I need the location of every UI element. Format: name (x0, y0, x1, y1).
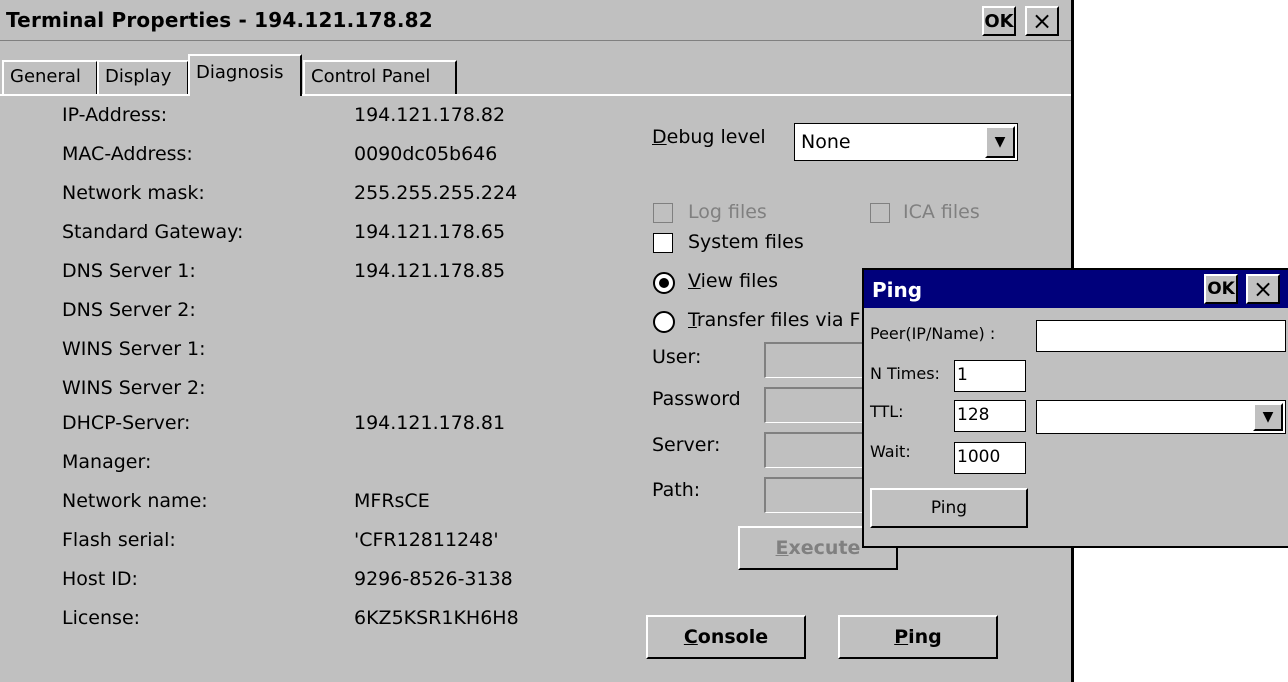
transfer-files-mnemonic: T (688, 309, 697, 331)
flash-serial-value: 'CFR12811248' (354, 529, 499, 551)
host-id-label: Host ID: (62, 568, 138, 590)
license-value: 6KZ5KSR1KH6H8 (354, 607, 519, 629)
chevron-down-icon[interactable]: ▼ (1253, 403, 1283, 431)
console-label: onsole (697, 626, 769, 648)
close-button[interactable]: × (1025, 6, 1059, 36)
log-files-checkbox[interactable] (653, 203, 673, 223)
ping-title-bar: Ping OK × (864, 270, 1288, 308)
wins-server-1-label: WINS Server 1: (62, 338, 206, 360)
transfer-files-label: Transfer files via F (688, 309, 860, 331)
console-button[interactable]: Console (646, 615, 806, 659)
system-files-checkbox[interactable] (653, 233, 673, 253)
debug-level-label: Debug level (652, 126, 766, 148)
view-files-label: View files (688, 270, 778, 292)
license-label: License: (62, 607, 141, 629)
tab-display[interactable]: Display (97, 60, 189, 94)
peer-label: Peer(IP/Name) : (870, 324, 996, 343)
ica-files-checkbox[interactable] (870, 203, 890, 223)
tab-control-panel[interactable]: Control Panel (303, 60, 457, 94)
ping-label: ing (908, 626, 942, 648)
network-mask-label: Network mask: (62, 182, 205, 204)
ping-mnemonic: P (894, 626, 909, 648)
dhcp-server-label: DHCP-Server: (62, 412, 191, 434)
path-label: Path: (652, 479, 701, 501)
transfer-files-label-text: ransfer files via F (696, 309, 861, 331)
tab-diagnosis[interactable]: Diagnosis (188, 54, 302, 96)
dhcp-server-value: 194.121.178.81 (354, 412, 506, 434)
ping-button[interactable]: Ping (838, 615, 998, 659)
debug-level-mnemonic: D (652, 126, 667, 148)
system-files-label: System files (688, 231, 804, 253)
ntimes-input[interactable]: 1 (954, 360, 1026, 392)
execute-label: xecute (788, 537, 861, 559)
ntimes-label: N Times: (870, 364, 940, 383)
debug-level-select[interactable]: None ▼ (794, 123, 1018, 161)
standard-gateway-label: Standard Gateway: (62, 221, 244, 243)
dns-server-2-label: DNS Server 2: (62, 299, 196, 321)
host-id-value: 9296-8526-3138 (354, 568, 513, 590)
manager-label: Manager: (62, 451, 152, 473)
wins-server-2-label: WINS Server 2: (62, 377, 206, 399)
ok-button[interactable]: OK (982, 6, 1016, 36)
ip-address-value: 194.121.178.82 (354, 104, 506, 126)
tab-general[interactable]: General (2, 60, 98, 94)
execute-mnemonic: E (775, 537, 789, 559)
peer-input[interactable] (1036, 320, 1286, 352)
ica-files-label: ICA files (903, 201, 980, 223)
ttl-input[interactable]: 128 (954, 400, 1026, 432)
mac-address-label: MAC-Address: (62, 143, 193, 165)
dns-server-1-label: DNS Server 1: (62, 260, 196, 282)
log-files-label: Log files (688, 201, 767, 223)
view-files-label-text: iew files (700, 270, 778, 292)
view-files-radio[interactable] (653, 272, 675, 294)
network-name-value: MFRsCE (354, 490, 430, 512)
network-name-label: Network name: (62, 490, 208, 512)
console-mnemonic: C (683, 626, 698, 648)
ping-dialog-ping-button[interactable]: Ping (870, 488, 1028, 528)
tab-strip: General Display Diagnosis Control Panel (0, 52, 1071, 96)
ping-ok-button[interactable]: OK (1204, 274, 1238, 304)
password-label: Password (652, 388, 741, 410)
ping-title: Ping (872, 278, 923, 302)
flash-serial-label: Flash serial: (62, 529, 176, 551)
transfer-files-radio[interactable] (653, 311, 675, 333)
debug-level-value: None (801, 131, 851, 153)
ttl-label: TTL: (870, 402, 904, 421)
ttl-select[interactable]: ▼ (1036, 400, 1286, 434)
ip-address-label: IP-Address: (62, 104, 168, 126)
user-label: User: (652, 346, 702, 368)
tab-divider (0, 94, 1071, 96)
mac-address-value: 0090dc05b646 (354, 143, 498, 165)
chevron-down-icon[interactable]: ▼ (985, 126, 1015, 158)
server-label: Server: (652, 434, 721, 456)
wait-label: Wait: (870, 442, 911, 461)
dns-server-1-value: 194.121.178.85 (354, 260, 506, 282)
wait-input[interactable]: 1000 (954, 442, 1026, 474)
window-title: Terminal Properties - 194.121.178.82 (6, 8, 433, 32)
ping-close-button[interactable]: × (1246, 274, 1280, 304)
debug-level-label-text: ebug level (666, 126, 766, 148)
view-files-mnemonic: V (688, 270, 701, 292)
network-mask-value: 255.255.255.224 (354, 182, 518, 204)
title-bar: Terminal Properties - 194.121.178.82 OK … (0, 0, 1071, 41)
ping-dialog: Ping OK × Peer(IP/Name) : N Times: 1 TTL… (862, 268, 1288, 548)
standard-gateway-value: 194.121.178.65 (354, 221, 506, 243)
